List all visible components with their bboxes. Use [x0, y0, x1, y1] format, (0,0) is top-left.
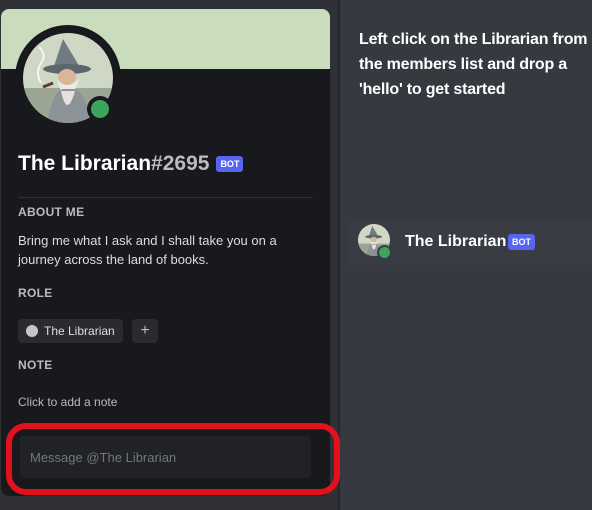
online-status-icon	[91, 100, 109, 118]
direct-message-input[interactable]	[20, 436, 311, 478]
role-heading: ROLE	[18, 286, 53, 300]
role-pill[interactable]: The Librarian	[18, 319, 123, 343]
add-role-button[interactable]: +	[132, 319, 158, 343]
profile-name-row: The Librarian #2695 BOT	[18, 152, 244, 176]
about-me-heading: ABOUT ME	[18, 205, 85, 219]
panel-divider	[338, 0, 340, 510]
note-heading: NOTE	[18, 358, 53, 372]
note-field[interactable]: Click to add a note	[18, 395, 117, 409]
role-label: The Librarian	[44, 324, 115, 338]
role-color-icon	[26, 325, 38, 337]
about-me-text: Bring me what I ask and I shall take you…	[18, 233, 277, 267]
member-name: The Librarian	[405, 233, 507, 250]
member-list-item-librarian[interactable]: The Librarian BOT	[349, 220, 592, 265]
user-profile-popout: The Librarian #2695 BOT ABOUT ME Bring m…	[1, 9, 330, 496]
instruction-text: Left click on the Librarian from the mem…	[359, 31, 588, 98]
online-status-icon	[379, 247, 390, 258]
profile-discriminator: #2695	[151, 152, 210, 175]
bot-badge: BOT	[508, 234, 535, 250]
profile-divider	[18, 197, 313, 198]
bot-badge: BOT	[216, 156, 244, 172]
profile-username: The Librarian	[18, 152, 152, 175]
